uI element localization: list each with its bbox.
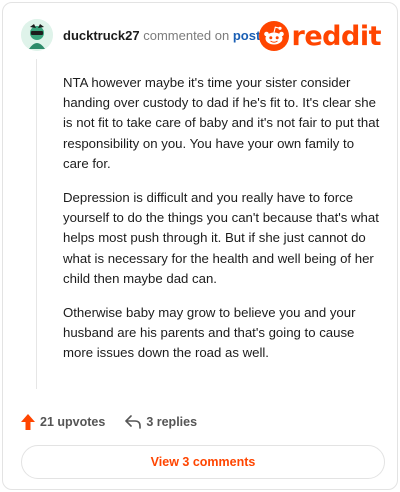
comment-paragraph: Depression is difficult and you really h… [63, 190, 379, 286]
upvote-arrow-icon [21, 414, 35, 430]
comment-paragraph: NTA however maybe it's time your sister … [63, 75, 380, 171]
thread-line [36, 59, 37, 389]
action-text: commented on [143, 28, 230, 43]
reddit-logo-icon [258, 21, 289, 51]
comment-header: ducktruck27 commented on post reddit [21, 17, 383, 55]
reddit-wordmark: reddit [291, 20, 382, 52]
comment-meta: ducktruck27 commented on post [63, 28, 260, 43]
post-link[interactable]: post [233, 28, 260, 43]
reply-icon [125, 415, 142, 429]
comment-actions: 21 upvotes 3 replies [21, 412, 217, 432]
comment-paragraph: Otherwise baby may grow to believe you a… [63, 305, 356, 361]
view-comments-button[interactable]: View 3 comments [21, 445, 385, 479]
replies-button[interactable]: 3 replies [125, 415, 197, 429]
reply-count: 3 replies [146, 415, 198, 429]
comment-body: NTA however maybe it's time your sister … [63, 73, 381, 378]
reddit-brand[interactable]: reddit [258, 20, 382, 52]
comment-card: ducktruck27 commented on post reddit NTA… [2, 2, 398, 490]
username[interactable]: ducktruck27 [63, 28, 140, 43]
avatar[interactable] [21, 19, 53, 51]
upvote-count: 21 upvotes [40, 415, 106, 429]
upvote-button[interactable]: 21 upvotes [21, 414, 105, 430]
